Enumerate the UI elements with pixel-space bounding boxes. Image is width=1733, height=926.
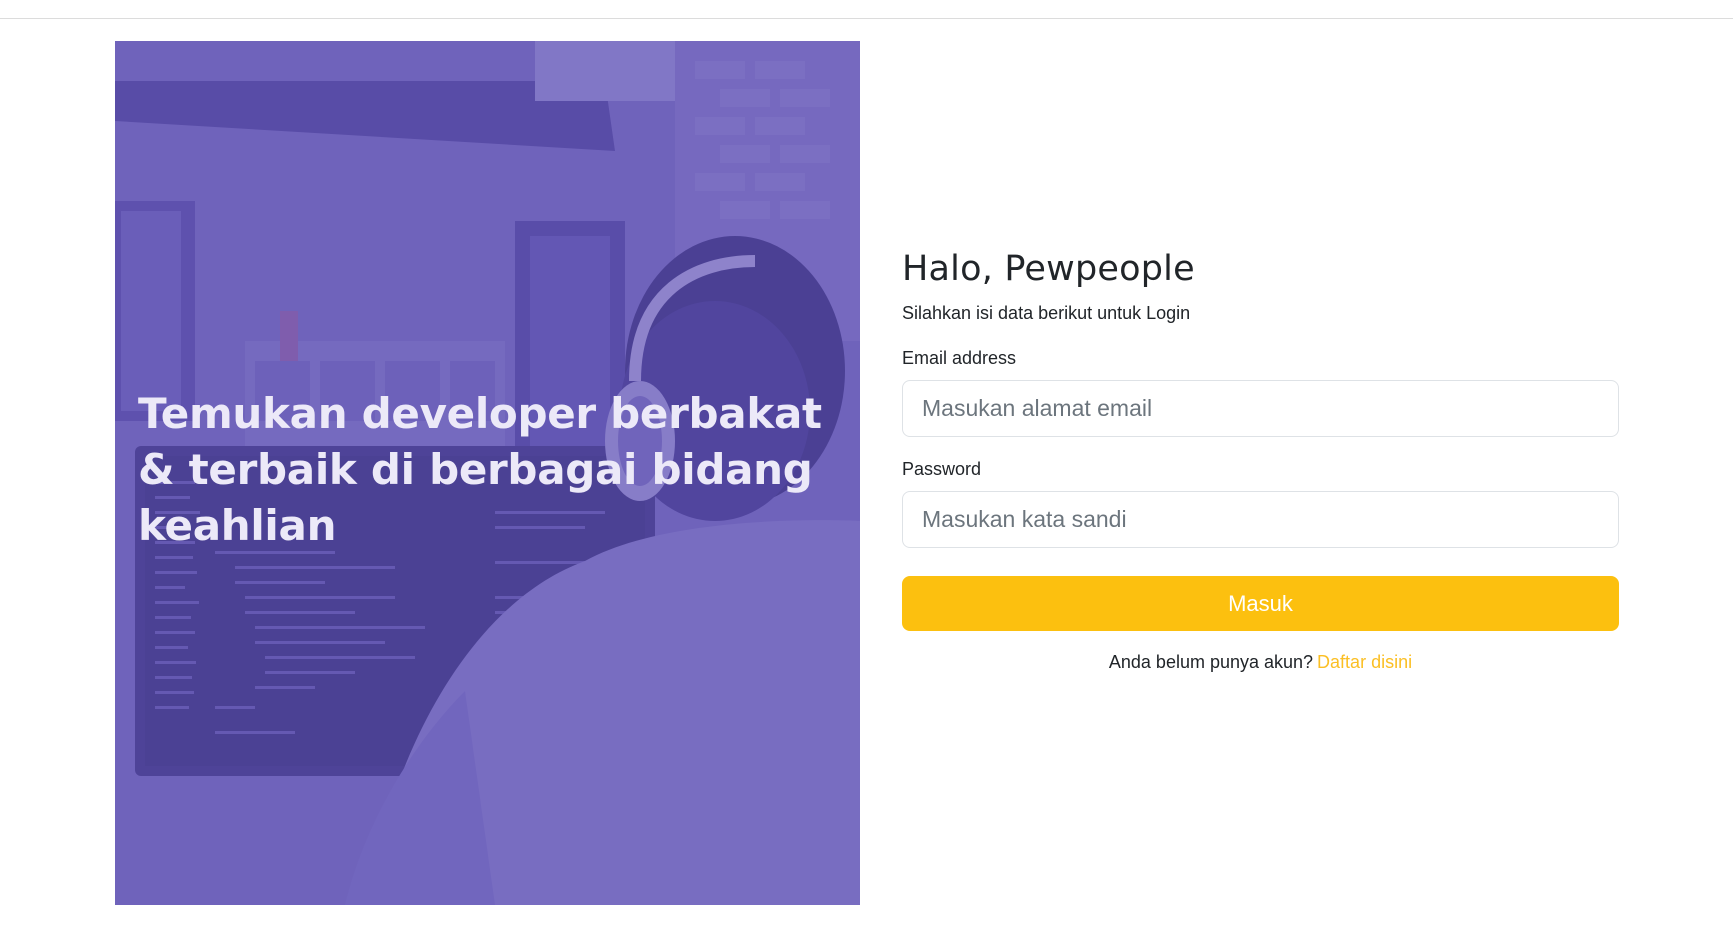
password-label: Password [902, 459, 982, 479]
email-label: Email address [902, 348, 1017, 368]
page-subtitle: Silahkan isi data berikut untuk Login [902, 303, 1191, 323]
login-form: Halo, Pewpeople Silahkan isi data beriku… [902, 240, 1619, 673]
password-field[interactable] [902, 491, 1619, 548]
page-title: Halo, Pewpeople [902, 249, 1195, 289]
hero-panel: Temukan developer berbakat & terbaik di … [115, 41, 860, 905]
hero-headline: Temukan developer berbakat & terbaik di … [138, 389, 822, 550]
top-navbar [0, 0, 1733, 19]
email-field[interactable] [902, 380, 1619, 437]
login-button[interactable]: Masuk [902, 576, 1619, 631]
signup-prompt-text: Anda belum punya akun? [1108, 652, 1314, 672]
signup-link[interactable]: Daftar disini [1317, 652, 1412, 672]
signup-prompt: Anda belum punya akun? Daftar disini [902, 652, 1619, 673]
